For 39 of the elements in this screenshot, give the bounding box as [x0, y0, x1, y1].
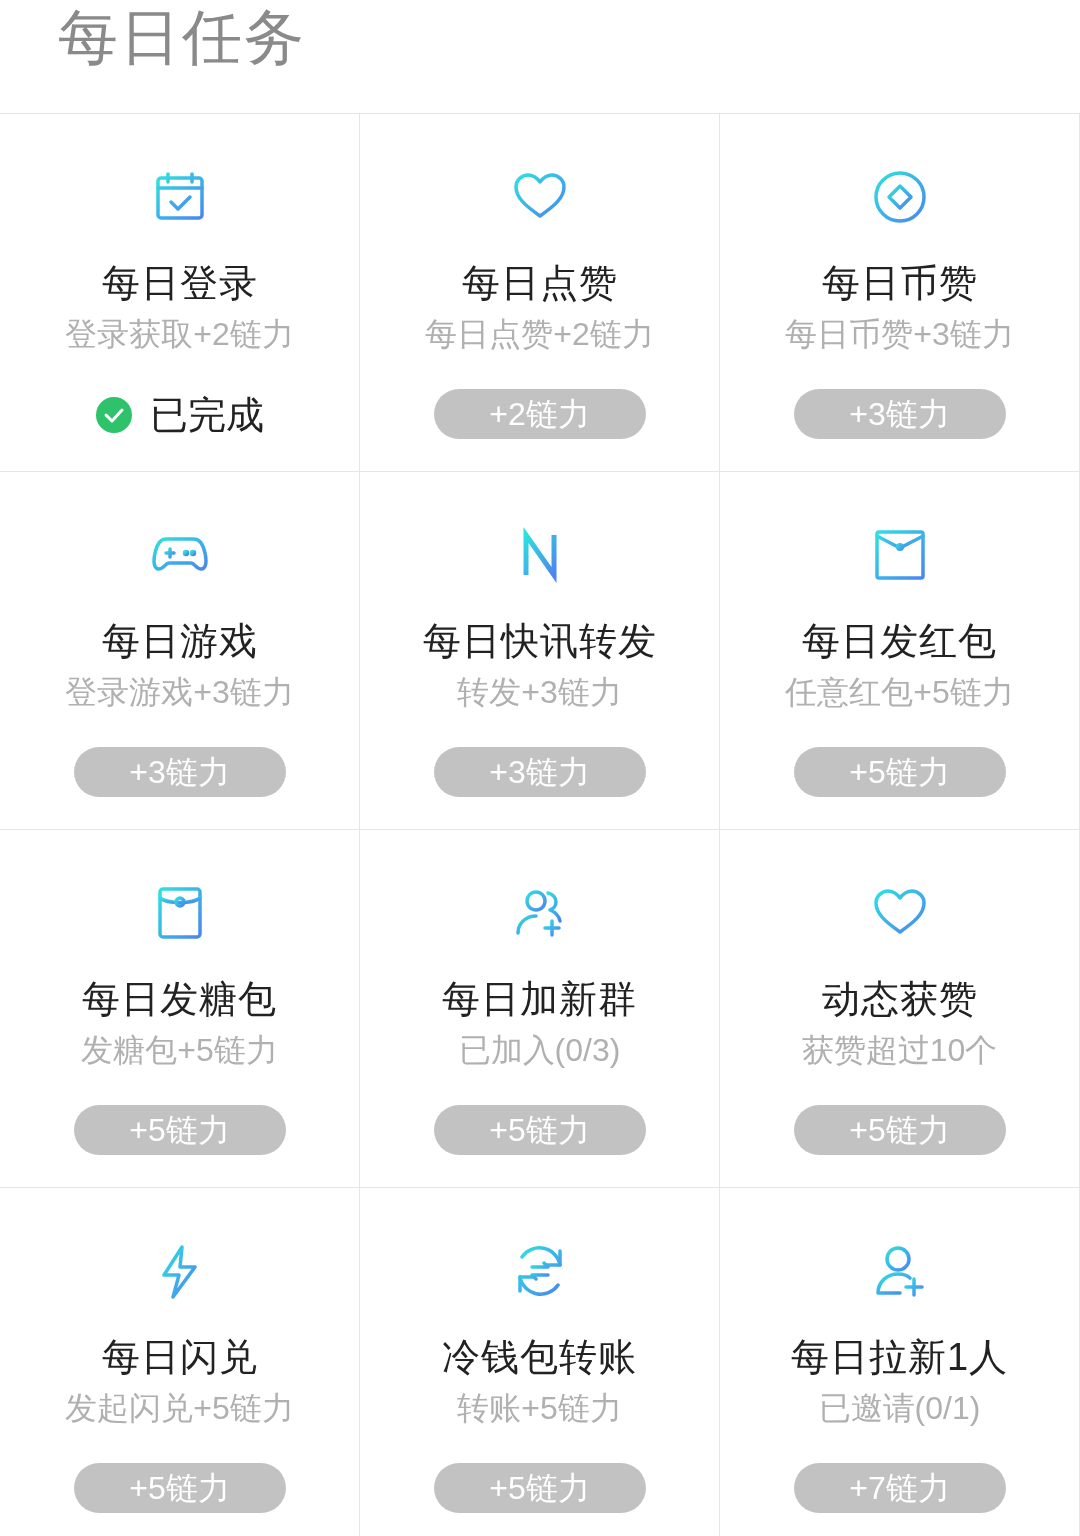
- task-title: 每日币赞: [821, 261, 978, 306]
- task-description: 已邀请(0/1): [818, 1389, 981, 1428]
- reward-button[interactable]: +2链力: [433, 389, 646, 439]
- reward-button[interactable]: +5链力: [793, 747, 1006, 797]
- task-description: 获赞超过10个: [801, 1031, 998, 1070]
- reward-button[interactable]: +5链力: [73, 1105, 286, 1155]
- task-title: 每日加新群: [442, 977, 637, 1022]
- task-title: 每日游戏: [101, 619, 258, 664]
- task-title: 每日发红包: [802, 619, 997, 664]
- completed-label: 已完成: [149, 393, 264, 438]
- task-title: 动态获赞: [821, 977, 978, 1022]
- reward-button[interactable]: +3链力: [433, 747, 646, 797]
- reward-button[interactable]: +7链力: [793, 1463, 1006, 1513]
- task-title: 冷钱包转账: [442, 1335, 637, 1380]
- task-description: 每日币赞+3链力: [785, 315, 1014, 354]
- task-description: 转账+5链力: [457, 1389, 622, 1428]
- task-title: 每日拉新1人: [790, 1335, 1009, 1380]
- task-title: 每日闪兑: [101, 1335, 258, 1380]
- task-title: 每日快讯转发: [422, 619, 657, 664]
- task-description: 登录获取+2链力: [65, 315, 294, 354]
- task-description: 每日点赞+2链力: [425, 315, 654, 354]
- task-description: 已加入(0/3): [458, 1031, 621, 1070]
- task-description: 登录游戏+3链力: [65, 673, 294, 712]
- reward-button[interactable]: +3链力: [793, 389, 1006, 439]
- task-description: 转发+3链力: [457, 673, 622, 712]
- page-title: 每日任务: [58, 3, 306, 73]
- task-title: 每日点赞: [461, 261, 618, 306]
- check-icon: [95, 397, 132, 433]
- coin-icon: [871, 169, 928, 225]
- task-description: 发起闪兑+5链力: [65, 1389, 294, 1428]
- reward-button[interactable]: +5链力: [433, 1105, 646, 1155]
- task-title: 每日登录: [101, 261, 258, 306]
- reward-button[interactable]: +5链力: [793, 1105, 1006, 1155]
- reward-button[interactable]: +5链力: [433, 1463, 646, 1513]
- reward-button[interactable]: +5链力: [73, 1463, 286, 1513]
- task-description: 发糖包+5链力: [81, 1031, 278, 1070]
- task-description: 任意红包+5链力: [785, 673, 1014, 712]
- reward-button[interactable]: +3链力: [73, 747, 286, 797]
- task-title: 每日发糖包: [82, 977, 277, 1022]
